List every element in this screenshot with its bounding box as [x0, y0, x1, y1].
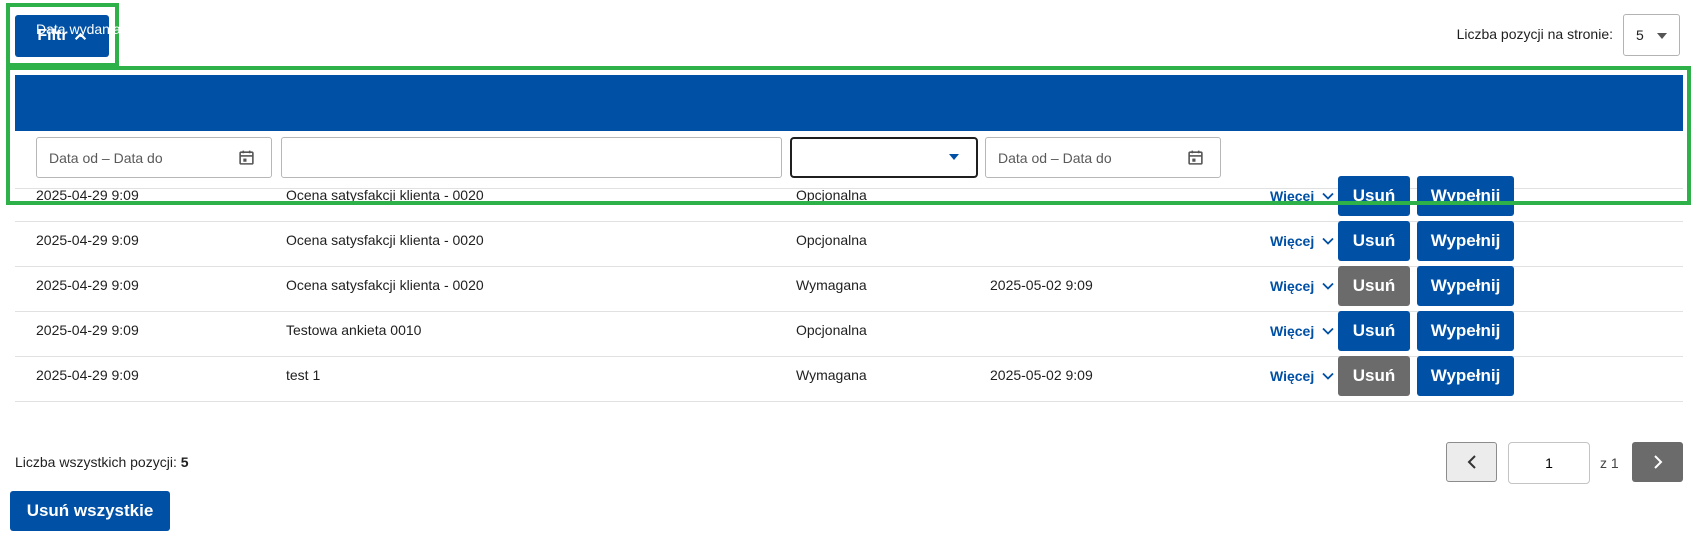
- issue-date-cell: 2025-04-29 9:09: [36, 187, 139, 203]
- sort-ascending-icon: [127, 22, 138, 35]
- column-header-label: Opcjonalność: [791, 21, 876, 37]
- more-actions-button[interactable]: Więcej: [1270, 278, 1334, 294]
- title-cell: test 1: [286, 367, 321, 383]
- optionality-cell: Opcjonalna: [796, 187, 867, 203]
- next-page-button[interactable]: [1632, 442, 1683, 482]
- fill-button[interactable]: Wypełnij: [1417, 266, 1514, 306]
- optionality-cell: Opcjonalna: [796, 322, 867, 338]
- per-page-value: 5: [1636, 27, 1644, 43]
- issue-date-placeholder: Data od – Data do: [49, 149, 163, 166]
- per-page-label: Liczba pozycji na stronie:: [1456, 26, 1613, 42]
- chevron-down-icon: [1322, 327, 1334, 335]
- required-date-range-input[interactable]: Data od – Data do: [985, 137, 1221, 178]
- title-cell: Ocena satysfakcji klienta - 0020: [286, 232, 484, 248]
- title-filter-input[interactable]: [281, 137, 782, 178]
- column-header-optionality[interactable]: Opcjonalność: [791, 21, 876, 37]
- column-header-label: Data wydania: [36, 21, 121, 37]
- delete-button[interactable]: Usuń: [1338, 221, 1410, 261]
- page-number-input[interactable]: [1508, 442, 1590, 484]
- total-count: Liczba wszystkich pozycji: 5: [15, 454, 189, 470]
- more-actions-label: Więcej: [1270, 233, 1315, 249]
- column-header-label: Data wymagana: [985, 21, 1087, 37]
- title-cell: Ocena satysfakcji klienta - 0020: [286, 187, 484, 203]
- optionality-cell: Wymagana: [796, 277, 867, 293]
- more-actions-label: Więcej: [1270, 323, 1315, 339]
- chevron-down-icon: [1322, 192, 1334, 200]
- issue-date-cell: 2025-04-29 9:09: [36, 322, 139, 338]
- delete-button[interactable]: Usuń: [1338, 266, 1410, 306]
- calendar-icon[interactable]: [1187, 149, 1204, 166]
- chevron-down-icon: [1322, 372, 1334, 380]
- per-page-select[interactable]: 5: [1623, 14, 1680, 56]
- fill-button[interactable]: Wypełnij: [1417, 356, 1514, 396]
- column-header-actions: Akcje: [1230, 21, 1264, 37]
- title-cell: Testowa ankieta 0010: [286, 322, 422, 338]
- more-actions-button[interactable]: Więcej: [1270, 368, 1334, 384]
- required-date-cell: 2025-05-02 9:09: [990, 277, 1093, 293]
- issue-date-cell: 2025-04-29 9:09: [36, 232, 139, 248]
- more-actions-button[interactable]: Więcej: [1270, 188, 1334, 204]
- fill-button[interactable]: Wypełnij: [1417, 221, 1514, 261]
- fill-button[interactable]: Wypełnij: [1417, 176, 1514, 216]
- delete-button[interactable]: Usuń: [1338, 356, 1410, 396]
- table-header: [15, 75, 1683, 131]
- required-date-cell: 2025-05-02 9:09: [990, 367, 1093, 383]
- delete-all-button[interactable]: Usuń wszystkie: [10, 491, 170, 531]
- more-actions-label: Więcej: [1270, 278, 1315, 294]
- calendar-icon[interactable]: [238, 149, 255, 166]
- optionality-cell: Opcjonalna: [796, 232, 867, 248]
- caret-down-icon: [949, 154, 959, 160]
- optionality-cell: Wymagana: [796, 367, 867, 383]
- column-header-issue-date[interactable]: Data wydania: [36, 21, 139, 37]
- issue-date-range-input[interactable]: Data od – Data do: [36, 137, 272, 178]
- required-date-placeholder: Data od – Data do: [998, 149, 1112, 166]
- title-cell: Ocena satysfakcji klienta - 0020: [286, 277, 484, 293]
- chevron-down-icon: [1322, 237, 1334, 245]
- chevron-right-icon: [1653, 455, 1662, 469]
- column-header-label: Akcje: [1230, 21, 1265, 37]
- issue-date-cell: 2025-04-29 9:09: [36, 277, 139, 293]
- more-actions-button[interactable]: Więcej: [1270, 323, 1334, 339]
- total-count-label: Liczba wszystkich pozycji:: [15, 454, 177, 470]
- fill-button[interactable]: Wypełnij: [1417, 311, 1514, 351]
- more-actions-label: Więcej: [1270, 188, 1315, 204]
- optionality-filter-select[interactable]: [790, 137, 978, 178]
- caret-down-icon: [1657, 33, 1667, 39]
- column-header-required-date[interactable]: Data wymagana: [985, 21, 1086, 37]
- delete-button[interactable]: Usuń: [1338, 176, 1410, 216]
- chevron-left-icon: [1467, 455, 1476, 469]
- column-header-title[interactable]: Tytuł: [281, 21, 311, 37]
- previous-page-button[interactable]: [1446, 442, 1497, 482]
- delete-button[interactable]: Usuń: [1338, 311, 1410, 351]
- chevron-down-icon: [1322, 282, 1334, 290]
- page-count: z 1: [1600, 455, 1619, 471]
- total-count-value: 5: [180, 454, 189, 470]
- more-actions-label: Więcej: [1270, 368, 1315, 384]
- issue-date-cell: 2025-04-29 9:09: [36, 367, 139, 383]
- column-header-label: Tytuł: [281, 21, 311, 37]
- more-actions-button[interactable]: Więcej: [1270, 233, 1334, 249]
